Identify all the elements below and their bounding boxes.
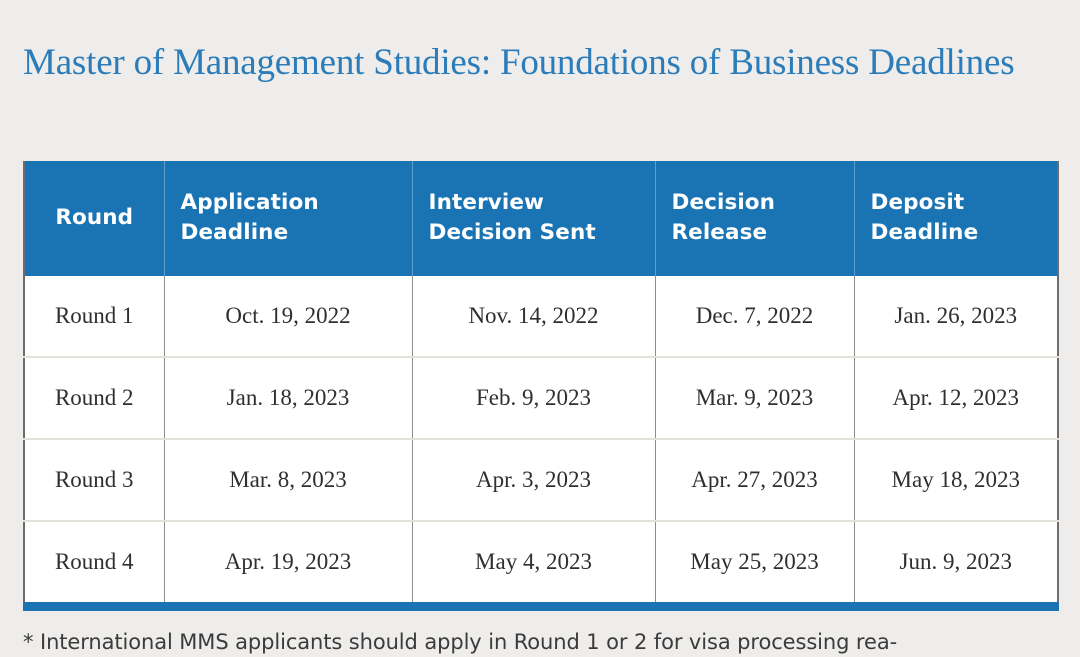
cell-round: Round 3 [24, 439, 165, 522]
column-header-deposit-deadline: Deposit Deadline [854, 161, 1058, 276]
cell-round: Round 2 [24, 357, 165, 440]
table-header-row: Round Application Deadline Interview Dec… [24, 161, 1058, 276]
cell-deposit: Jun. 9, 2023 [854, 521, 1058, 607]
cell-round: Round 1 [24, 276, 165, 358]
column-header-interview-decision-sent: Interview Decision Sent [412, 161, 656, 276]
cell-decision: Mar. 9, 2023 [655, 357, 855, 440]
cell-app: Mar. 8, 2023 [164, 439, 413, 522]
cell-interview: Apr. 3, 2023 [412, 439, 656, 522]
cell-interview: Nov. 14, 2022 [412, 276, 656, 358]
cell-app: Jan. 18, 2023 [164, 357, 413, 440]
table-body: Round 1 Oct. 19, 2022 Nov. 14, 2022 Dec.… [24, 276, 1058, 607]
cell-deposit: May 18, 2023 [854, 439, 1058, 522]
cell-deposit: Jan. 26, 2023 [854, 276, 1058, 358]
cell-decision: Apr. 27, 2023 [655, 439, 855, 522]
cell-app: Apr. 19, 2023 [164, 521, 413, 607]
column-header-decision-release: Decision Release [655, 161, 855, 276]
table-row: Round 4 Apr. 19, 2023 May 4, 2023 May 25… [24, 521, 1058, 607]
cell-decision: Dec. 7, 2022 [655, 276, 855, 358]
page-title: Master of Management Studies: Foundation… [23, 41, 1015, 83]
cell-app: Oct. 19, 2022 [164, 276, 413, 358]
cell-interview: May 4, 2023 [412, 521, 656, 607]
cell-round: Round 4 [24, 521, 165, 607]
cell-decision: May 25, 2023 [655, 521, 855, 607]
table-header: Round Application Deadline Interview Dec… [24, 161, 1058, 276]
table-row: Round 3 Mar. 8, 2023 Apr. 3, 2023 Apr. 2… [24, 439, 1058, 522]
column-header-application-deadline: Application Deadline [164, 161, 413, 276]
deadlines-table: Round Application Deadline Interview Dec… [23, 161, 1059, 611]
footnote-text: * International MMS applicants should ap… [23, 630, 898, 654]
column-header-round: Round [24, 161, 165, 276]
cell-deposit: Apr. 12, 2023 [854, 357, 1058, 440]
cell-interview: Feb. 9, 2023 [412, 357, 656, 440]
table-row: Round 1 Oct. 19, 2022 Nov. 14, 2022 Dec.… [24, 276, 1058, 358]
table-row: Round 2 Jan. 18, 2023 Feb. 9, 2023 Mar. … [24, 357, 1058, 440]
